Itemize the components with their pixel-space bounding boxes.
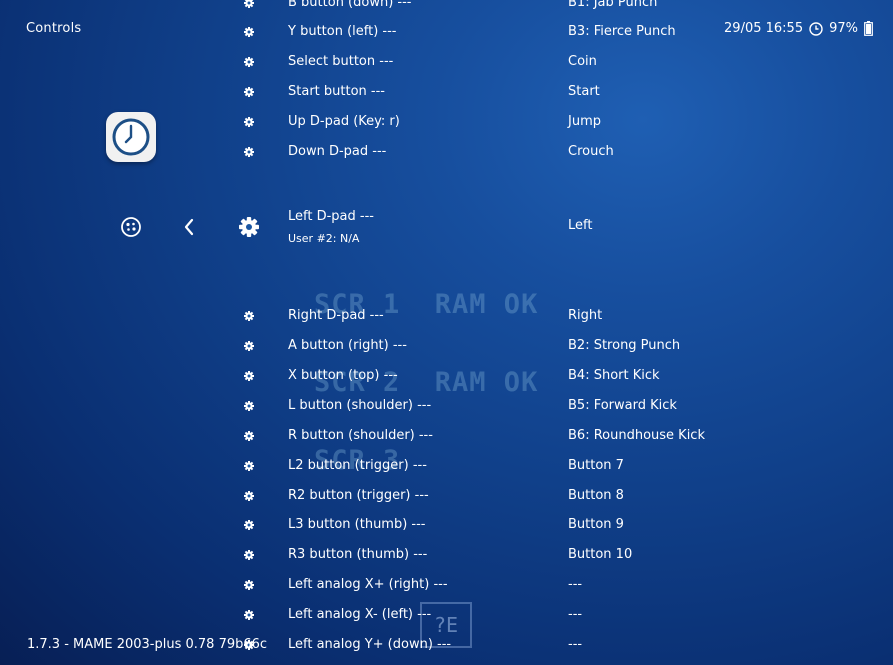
list-item[interactable]: B button (down) --- B1: Jab Punch bbox=[0, 0, 893, 18]
row-value: B5: Forward Kick bbox=[568, 398, 677, 413]
list-item[interactable]: L3 button (thumb) --- Button 9 bbox=[0, 510, 893, 540]
row-value: Right bbox=[568, 308, 603, 323]
list-item-selected[interactable]: Left D-pad --- User #2: N/A Left bbox=[0, 201, 893, 261]
row-label: A button (right) --- bbox=[288, 338, 407, 353]
list-item[interactable]: X button (top) --- B4: Short Kick bbox=[0, 361, 893, 391]
gear-icon bbox=[244, 371, 254, 381]
row-label: L2 button (trigger) --- bbox=[288, 458, 427, 473]
gear-icon bbox=[244, 0, 254, 8]
list-item[interactable]: Left analog X+ (right) --- --- bbox=[0, 570, 893, 600]
list-item[interactable]: R button (shoulder) --- B6: Roundhouse K… bbox=[0, 421, 893, 451]
list-item[interactable]: Right D-pad --- Right bbox=[0, 301, 893, 331]
row-label: L button (shoulder) --- bbox=[288, 398, 432, 413]
row-value: Coin bbox=[568, 54, 597, 69]
row-label: Left analog X- (left) --- bbox=[288, 607, 432, 622]
row-value: Crouch bbox=[568, 144, 614, 159]
row-label: Left D-pad --- bbox=[288, 209, 374, 224]
row-label: Left analog X+ (right) --- bbox=[288, 577, 448, 592]
gear-icon bbox=[244, 520, 254, 530]
row-value: Button 8 bbox=[568, 488, 624, 503]
row-label: Y button (left) --- bbox=[288, 24, 397, 39]
gear-icon bbox=[244, 311, 254, 321]
list-item[interactable]: Y button (left) --- B3: Fierce Punch bbox=[0, 17, 893, 47]
row-value: Left bbox=[568, 218, 593, 233]
row-value: B3: Fierce Punch bbox=[568, 24, 676, 39]
list-item[interactable]: Left analog X- (left) --- --- bbox=[0, 600, 893, 630]
list-item[interactable]: R2 button (trigger) --- Button 8 bbox=[0, 481, 893, 511]
gear-icon bbox=[244, 27, 254, 37]
row-label: X button (top) --- bbox=[288, 368, 398, 383]
row-value: B6: Roundhouse Kick bbox=[568, 428, 705, 443]
gear-icon bbox=[244, 341, 254, 351]
row-value: --- bbox=[568, 607, 583, 622]
row-label: R3 button (thumb) --- bbox=[288, 547, 428, 562]
row-label: Down D-pad --- bbox=[288, 144, 387, 159]
row-label: Select button --- bbox=[288, 54, 394, 69]
row-value: --- bbox=[568, 637, 583, 652]
core-version: 1.7.3 - MAME 2003-plus 0.78 79b66c bbox=[27, 637, 268, 652]
row-label: Start button --- bbox=[288, 84, 385, 99]
list-item[interactable]: L button (shoulder) --- B5: Forward Kick bbox=[0, 391, 893, 421]
row-label: Right D-pad --- bbox=[288, 308, 384, 323]
gear-icon bbox=[244, 117, 254, 127]
list-item[interactable]: A button (right) --- B2: Strong Punch bbox=[0, 331, 893, 361]
gear-icon bbox=[244, 461, 254, 471]
list-item[interactable]: Start button --- Start bbox=[0, 77, 893, 107]
gear-icon bbox=[244, 491, 254, 501]
row-value: Button 7 bbox=[568, 458, 624, 473]
row-label: L3 button (thumb) --- bbox=[288, 517, 426, 532]
list-item[interactable]: L2 button (trigger) --- Button 7 bbox=[0, 451, 893, 481]
row-value: Jump bbox=[568, 114, 601, 129]
gear-icon bbox=[244, 87, 254, 97]
list-item[interactable]: Select button --- Coin bbox=[0, 47, 893, 77]
gear-icon bbox=[244, 431, 254, 441]
list-item[interactable]: R3 button (thumb) --- Button 10 bbox=[0, 540, 893, 570]
gear-icon bbox=[244, 57, 254, 67]
row-label: Up D-pad (Key: r) bbox=[288, 114, 400, 129]
gear-icon bbox=[244, 147, 254, 157]
row-label: R button (shoulder) --- bbox=[288, 428, 433, 443]
row-value: B4: Short Kick bbox=[568, 368, 660, 383]
row-value: Start bbox=[568, 84, 600, 99]
row-sublabel: User #2: N/A bbox=[288, 232, 360, 245]
row-value: --- bbox=[568, 577, 583, 592]
row-label: R2 button (trigger) --- bbox=[288, 488, 429, 503]
row-label: B button (down) --- bbox=[288, 0, 412, 10]
row-value: Button 9 bbox=[568, 517, 624, 532]
gear-icon bbox=[244, 610, 254, 620]
controls-list: B button (down) --- B1: Jab Punch Y butt… bbox=[0, 0, 893, 665]
gear-icon bbox=[244, 401, 254, 411]
gear-icon bbox=[244, 550, 254, 560]
row-label: Left analog Y+ (down) --- bbox=[288, 637, 452, 652]
row-value: Button 10 bbox=[568, 547, 633, 562]
row-value: B1: Jab Punch bbox=[568, 0, 658, 10]
list-item[interactable]: Up D-pad (Key: r) Jump bbox=[0, 107, 893, 137]
list-item[interactable]: Down D-pad --- Crouch bbox=[0, 137, 893, 167]
gear-icon bbox=[244, 580, 254, 590]
row-value: B2: Strong Punch bbox=[568, 338, 681, 353]
